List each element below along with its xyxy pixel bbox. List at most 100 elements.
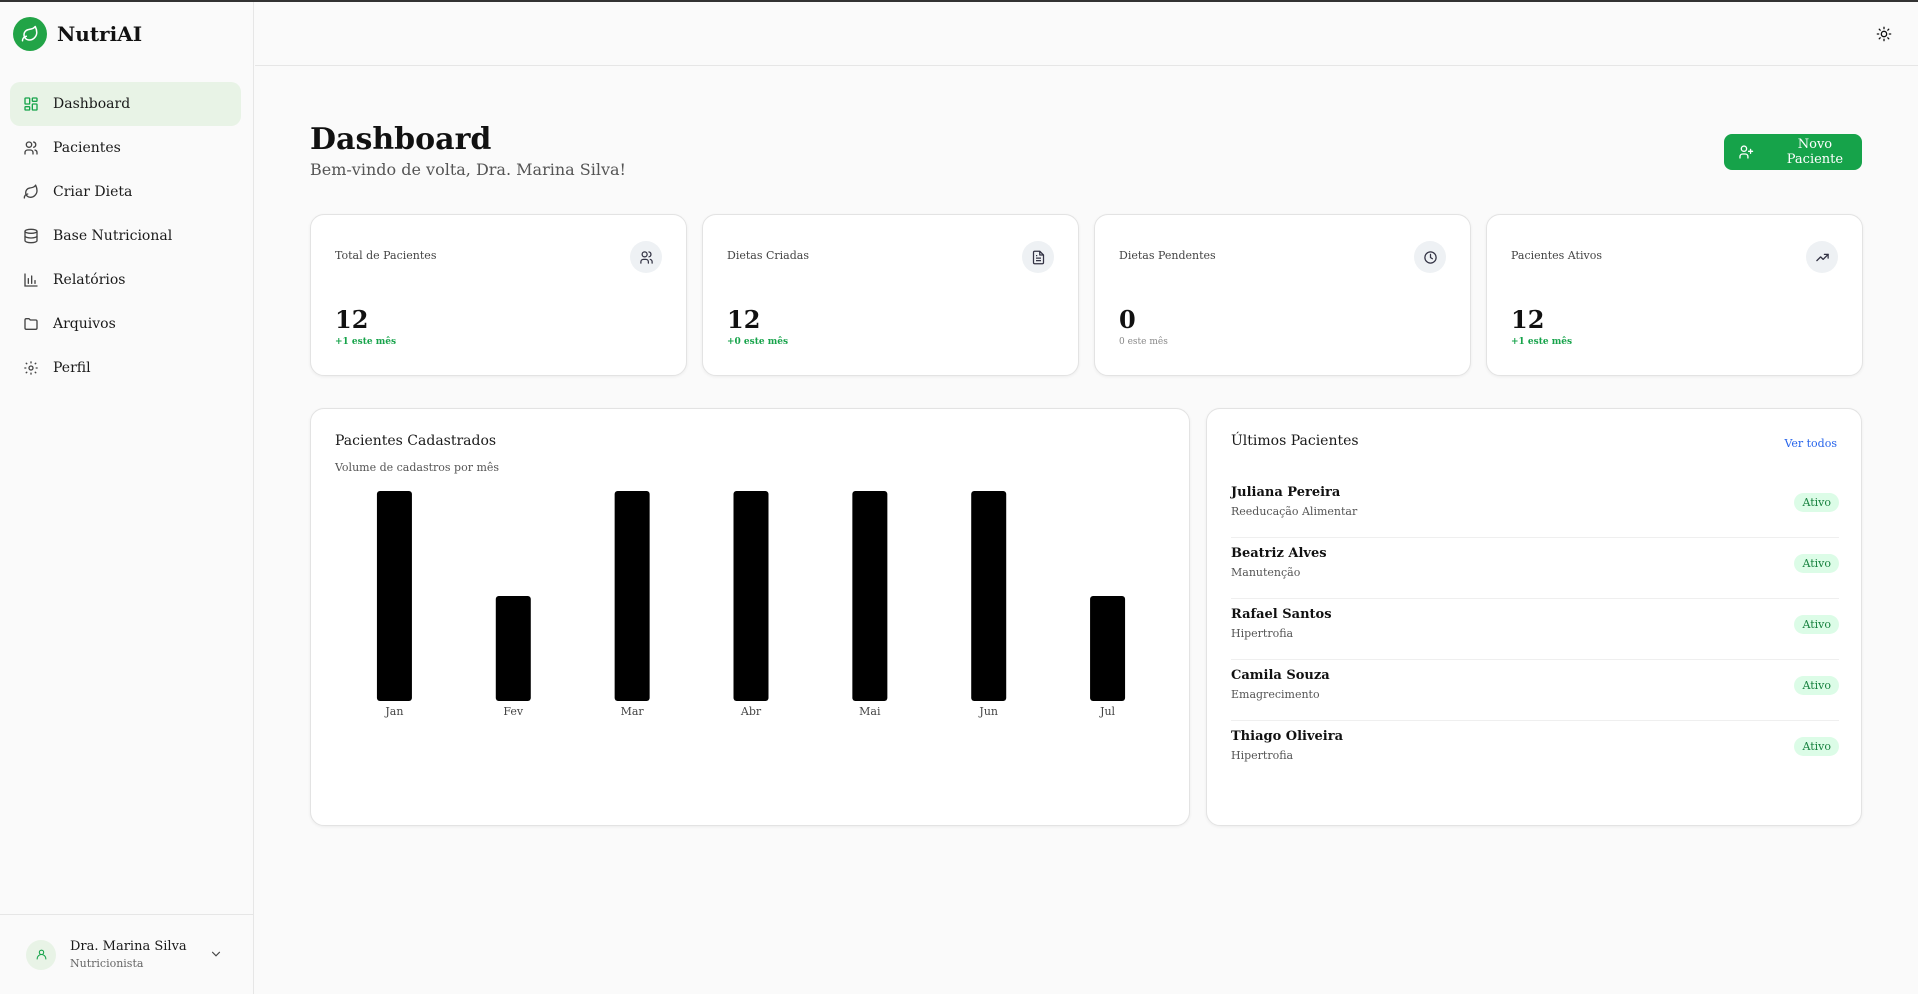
document-icon (1022, 241, 1054, 273)
sidebar-item-label: Perfil (53, 360, 91, 376)
patient-list: Juliana Pereira Reeducação Alimentar Ati… (1231, 477, 1839, 782)
recent-patients-title: Últimos Pacientes (1231, 433, 1359, 449)
sidebar-item-label: Arquivos (53, 316, 116, 332)
user-icon (36, 949, 46, 960)
stat-label: Dietas Pendentes (1119, 249, 1216, 262)
chevron-down-icon[interactable] (209, 947, 223, 961)
sidebar-item-pacientes[interactable]: Pacientes (10, 126, 241, 170)
stat-label: Total de Pacientes (335, 249, 437, 262)
top-header (255, 2, 1918, 66)
page-title: Dashboard (310, 122, 492, 157)
stat-card-pacientes-ativos: Pacientes Ativos 12 +1 este mês (1486, 214, 1863, 376)
users-icon (630, 241, 662, 273)
chart-tick-label: Fev (503, 705, 524, 718)
brand[interactable]: NutriAI (13, 17, 142, 51)
patient-row[interactable]: Juliana Pereira Reeducação Alimentar Ati… (1231, 477, 1839, 538)
user-info: Dra. Marina Silva Nutricionista (70, 939, 187, 970)
sidebar-item-label: Pacientes (53, 140, 121, 156)
chart-bar-mar (614, 491, 650, 701)
users-icon (24, 141, 38, 155)
sidebar-item-relatorios[interactable]: Relatórios (10, 258, 241, 302)
sidebar-item-label: Relatórios (53, 272, 126, 288)
sidebar-nav: Dashboard Pacientes Criar Dieta Base Nut… (10, 82, 241, 390)
stat-card-dietas-criadas: Dietas Criadas 12 +0 este mês (702, 214, 1079, 376)
chart-card: Pacientes Cadastrados Volume de cadastro… (310, 408, 1190, 826)
user-plus-icon (1739, 145, 1754, 159)
dashboard-icon (24, 97, 38, 111)
stat-value: 12 (727, 305, 761, 334)
database-icon (24, 228, 38, 244)
status-badge: Ativo (1794, 737, 1839, 756)
patient-name: Beatriz Alves (1231, 546, 1327, 561)
sidebar-item-criar-dieta[interactable]: Criar Dieta (10, 170, 241, 214)
see-all-link[interactable]: Ver todos (1784, 437, 1837, 450)
patient-goal: Hipertrofia (1231, 749, 1294, 762)
stat-card-total-pacientes: Total de Pacientes 12 +1 este mês (310, 214, 687, 376)
recent-patients-card: Últimos Pacientes Ver todos Juliana Pere… (1206, 408, 1862, 826)
sidebar-item-arquivos[interactable]: Arquivos (10, 302, 241, 346)
patient-goal: Emagrecimento (1231, 688, 1320, 701)
chart-bar-fev (495, 596, 531, 701)
patient-row[interactable]: Beatriz Alves Manutenção Ativo (1231, 538, 1839, 599)
bar-chart: Jan Fev Mar Abr Mai Jun Jul (376, 491, 1126, 718)
stat-trend: +1 este mês (335, 337, 397, 347)
chart-bar-jun (971, 491, 1007, 701)
chart-bar-jan (376, 491, 412, 701)
chart-tick-label: Mar (621, 705, 645, 718)
patient-row[interactable]: Camila Souza Emagrecimento Ativo (1231, 660, 1839, 721)
status-badge: Ativo (1794, 615, 1839, 634)
new-patient-button[interactable]: Novo Paciente (1724, 134, 1862, 170)
theme-toggle-button[interactable] (1874, 24, 1894, 44)
status-badge: Ativo (1794, 554, 1839, 573)
sidebar-item-label: Base Nutricional (53, 228, 173, 244)
user-name: Dra. Marina Silva (70, 939, 187, 954)
trending-up-icon (1806, 241, 1838, 273)
chart-tick-label: Jun (978, 705, 998, 718)
stat-trend: +1 este mês (1511, 337, 1573, 347)
leaf-icon (23, 184, 38, 199)
sidebar-item-dashboard[interactable]: Dashboard (10, 82, 241, 126)
patient-name: Thiago Oliveira (1231, 729, 1344, 744)
gear-icon (24, 361, 38, 375)
user-role: Nutricionista (70, 957, 144, 970)
chart-tick-label: Mai (859, 705, 881, 718)
leaf-logo-icon (13, 17, 47, 51)
clock-icon (1414, 241, 1446, 273)
user-menu[interactable]: Dra. Marina Silva Nutricionista (0, 914, 253, 994)
brand-name: NutriAI (57, 22, 143, 46)
sidebar: NutriAI Dashboard Pacientes Criar Dieta … (0, 2, 254, 994)
stat-value: 12 (1511, 305, 1545, 334)
patient-name: Rafael Santos (1231, 607, 1332, 622)
stat-card-dietas-pendentes: Dietas Pendentes 0 0 este mês (1094, 214, 1471, 376)
sidebar-item-perfil[interactable]: Perfil (10, 346, 241, 390)
stat-trend: 0 este mês (1119, 337, 1168, 347)
status-badge: Ativo (1794, 676, 1839, 695)
stat-value: 12 (335, 305, 369, 334)
patient-goal: Reeducação Alimentar (1231, 505, 1358, 518)
chart-tick-label: Jan (384, 705, 403, 718)
patient-goal: Hipertrofia (1231, 627, 1294, 640)
sidebar-item-base-nutricional[interactable]: Base Nutricional (10, 214, 241, 258)
folder-icon (24, 318, 38, 330)
chart-bar-abr (733, 491, 769, 701)
chart-tick-label: Abr (740, 705, 762, 718)
chart-tick-label: Jul (1099, 705, 1115, 718)
patient-row[interactable]: Rafael Santos Hipertrofia Ativo (1231, 599, 1839, 660)
stat-label: Dietas Criadas (727, 249, 809, 262)
patient-name: Camila Souza (1231, 668, 1330, 683)
sun-icon (1876, 26, 1892, 42)
bar-chart-icon (24, 273, 38, 287)
chart-bar-mai (852, 491, 888, 701)
avatar (26, 939, 56, 970)
patient-goal: Manutenção (1231, 566, 1301, 579)
stat-label: Pacientes Ativos (1511, 249, 1602, 262)
sidebar-item-label: Criar Dieta (53, 184, 133, 200)
sidebar-item-label: Dashboard (53, 96, 131, 112)
status-badge: Ativo (1794, 493, 1839, 512)
page-subtitle: Bem-vindo de volta, Dra. Marina Silva! (310, 160, 626, 179)
new-patient-label: Novo Paciente (1786, 137, 1844, 167)
patient-name: Juliana Pereira (1231, 485, 1341, 500)
patient-row[interactable]: Thiago Oliveira Hipertrofia Ativo (1231, 721, 1839, 782)
chart-bar-jul (1090, 596, 1126, 701)
stat-trend: +0 este mês (727, 337, 789, 347)
